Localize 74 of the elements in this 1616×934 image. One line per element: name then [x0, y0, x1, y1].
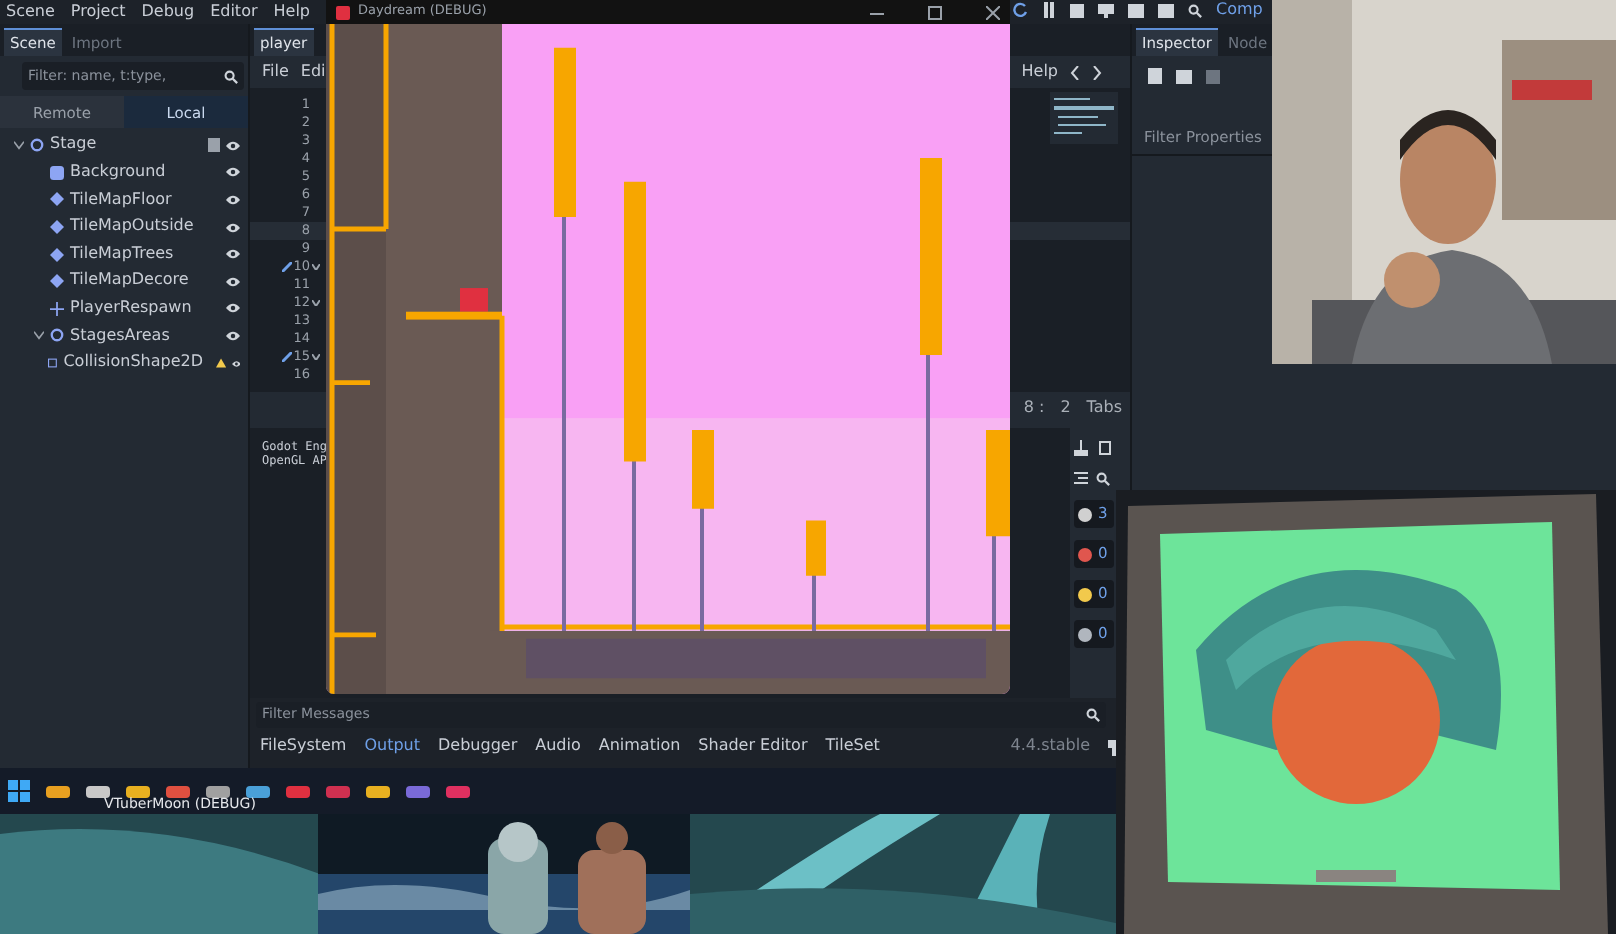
renderer-label[interactable]: Comp [1216, 2, 1263, 20]
menu-item[interactable]: Project [70, 3, 126, 21]
back-icon[interactable] [1070, 65, 1080, 79]
taskbar-app-icon[interactable] [126, 781, 150, 801]
circle-icon [50, 328, 64, 343]
tree-item[interactable]: Background [70, 163, 166, 182]
search-icon [1096, 471, 1110, 485]
eye-icon [226, 329, 240, 342]
status-text: 8 : [1023, 399, 1045, 417]
minimap-drawing [1050, 92, 1118, 144]
menu-item[interactable]: File [262, 63, 289, 81]
search-icon [1086, 707, 1100, 721]
eye-icon [226, 221, 240, 234]
bottom-tab[interactable]: Debugger [438, 738, 518, 756]
crosshair-icon [50, 301, 64, 316]
app-icon [336, 5, 350, 19]
tree-item[interactable]: PlayerRespawn [70, 299, 192, 318]
menu-item[interactable]: Help [1021, 63, 1058, 81]
tree-item[interactable]: StagesAreas [70, 327, 170, 345]
menu-item[interactable]: Edi [300, 63, 326, 81]
tree-item[interactable]: TileMapOutside [70, 218, 194, 236]
bottom-tab[interactable]: Audio [535, 738, 581, 756]
eye-icon [226, 248, 240, 261]
monitor-icon[interactable] [1098, 3, 1114, 18]
tree-item[interactable]: TileMapFloor [70, 191, 172, 209]
taskbar-app-icon[interactable] [366, 781, 390, 801]
fold-icon[interactable] [312, 354, 320, 360]
bottom-tab[interactable]: Animation [598, 738, 681, 756]
close-icon[interactable] [986, 5, 1000, 19]
taskbar-app-icon[interactable] [46, 781, 70, 801]
bottom-tab[interactable]: Shader Editor [698, 738, 808, 756]
warning-icon [1078, 587, 1092, 601]
list-icon[interactable] [1074, 472, 1088, 484]
stop-icon[interactable] [1070, 3, 1084, 18]
tree-item[interactable]: Stage [50, 136, 97, 155]
error-icon [1078, 547, 1092, 561]
taskbar-app-icon[interactable] [246, 781, 270, 801]
eye-icon [226, 275, 240, 288]
message-icon [1078, 627, 1092, 641]
bottom-tab[interactable]: TileSet [825, 738, 880, 756]
square-icon [48, 356, 58, 371]
eye-icon [226, 302, 240, 315]
bottom-tab[interactable]: Output [364, 738, 421, 756]
copy-icon[interactable] [1098, 440, 1112, 456]
menu-item[interactable]: Scene [6, 3, 55, 21]
version-label: 4.4.stable [1010, 738, 1090, 756]
eye-icon [226, 166, 240, 179]
menu-item[interactable]: Debug [141, 3, 195, 21]
status-text: 2 [1060, 399, 1071, 417]
eye-icon [226, 139, 240, 152]
menu-item[interactable]: Help [273, 3, 311, 21]
status-text: Tabs [1086, 399, 1122, 417]
bottom-tab[interactable]: FileSystem [260, 738, 347, 756]
eye-icon [226, 193, 240, 206]
eye-icon [231, 357, 240, 370]
search-icon [224, 69, 238, 83]
tree-item[interactable]: TileMapTrees [70, 245, 174, 264]
tree-item[interactable]: CollisionShape2D [63, 354, 204, 372]
info-icon [1078, 507, 1092, 521]
taskbar-app-icon[interactable] [206, 781, 230, 801]
circle-icon [30, 138, 44, 153]
menu-item[interactable]: Editor [210, 3, 258, 21]
broom-icon[interactable] [1074, 440, 1088, 456]
fold-icon[interactable] [312, 264, 320, 270]
tree-item[interactable]: TileMapDecore [70, 272, 189, 291]
refresh-icon[interactable] [1012, 2, 1028, 19]
forward-icon[interactable] [1092, 65, 1102, 79]
image-icon [50, 165, 64, 180]
windows-icon[interactable] [8, 780, 30, 802]
fold-icon[interactable] [312, 300, 320, 306]
search-icon [1188, 3, 1202, 18]
taskbar-app-icon[interactable] [86, 781, 110, 801]
pause-icon[interactable] [1042, 2, 1056, 19]
maximize-icon[interactable] [928, 5, 942, 19]
